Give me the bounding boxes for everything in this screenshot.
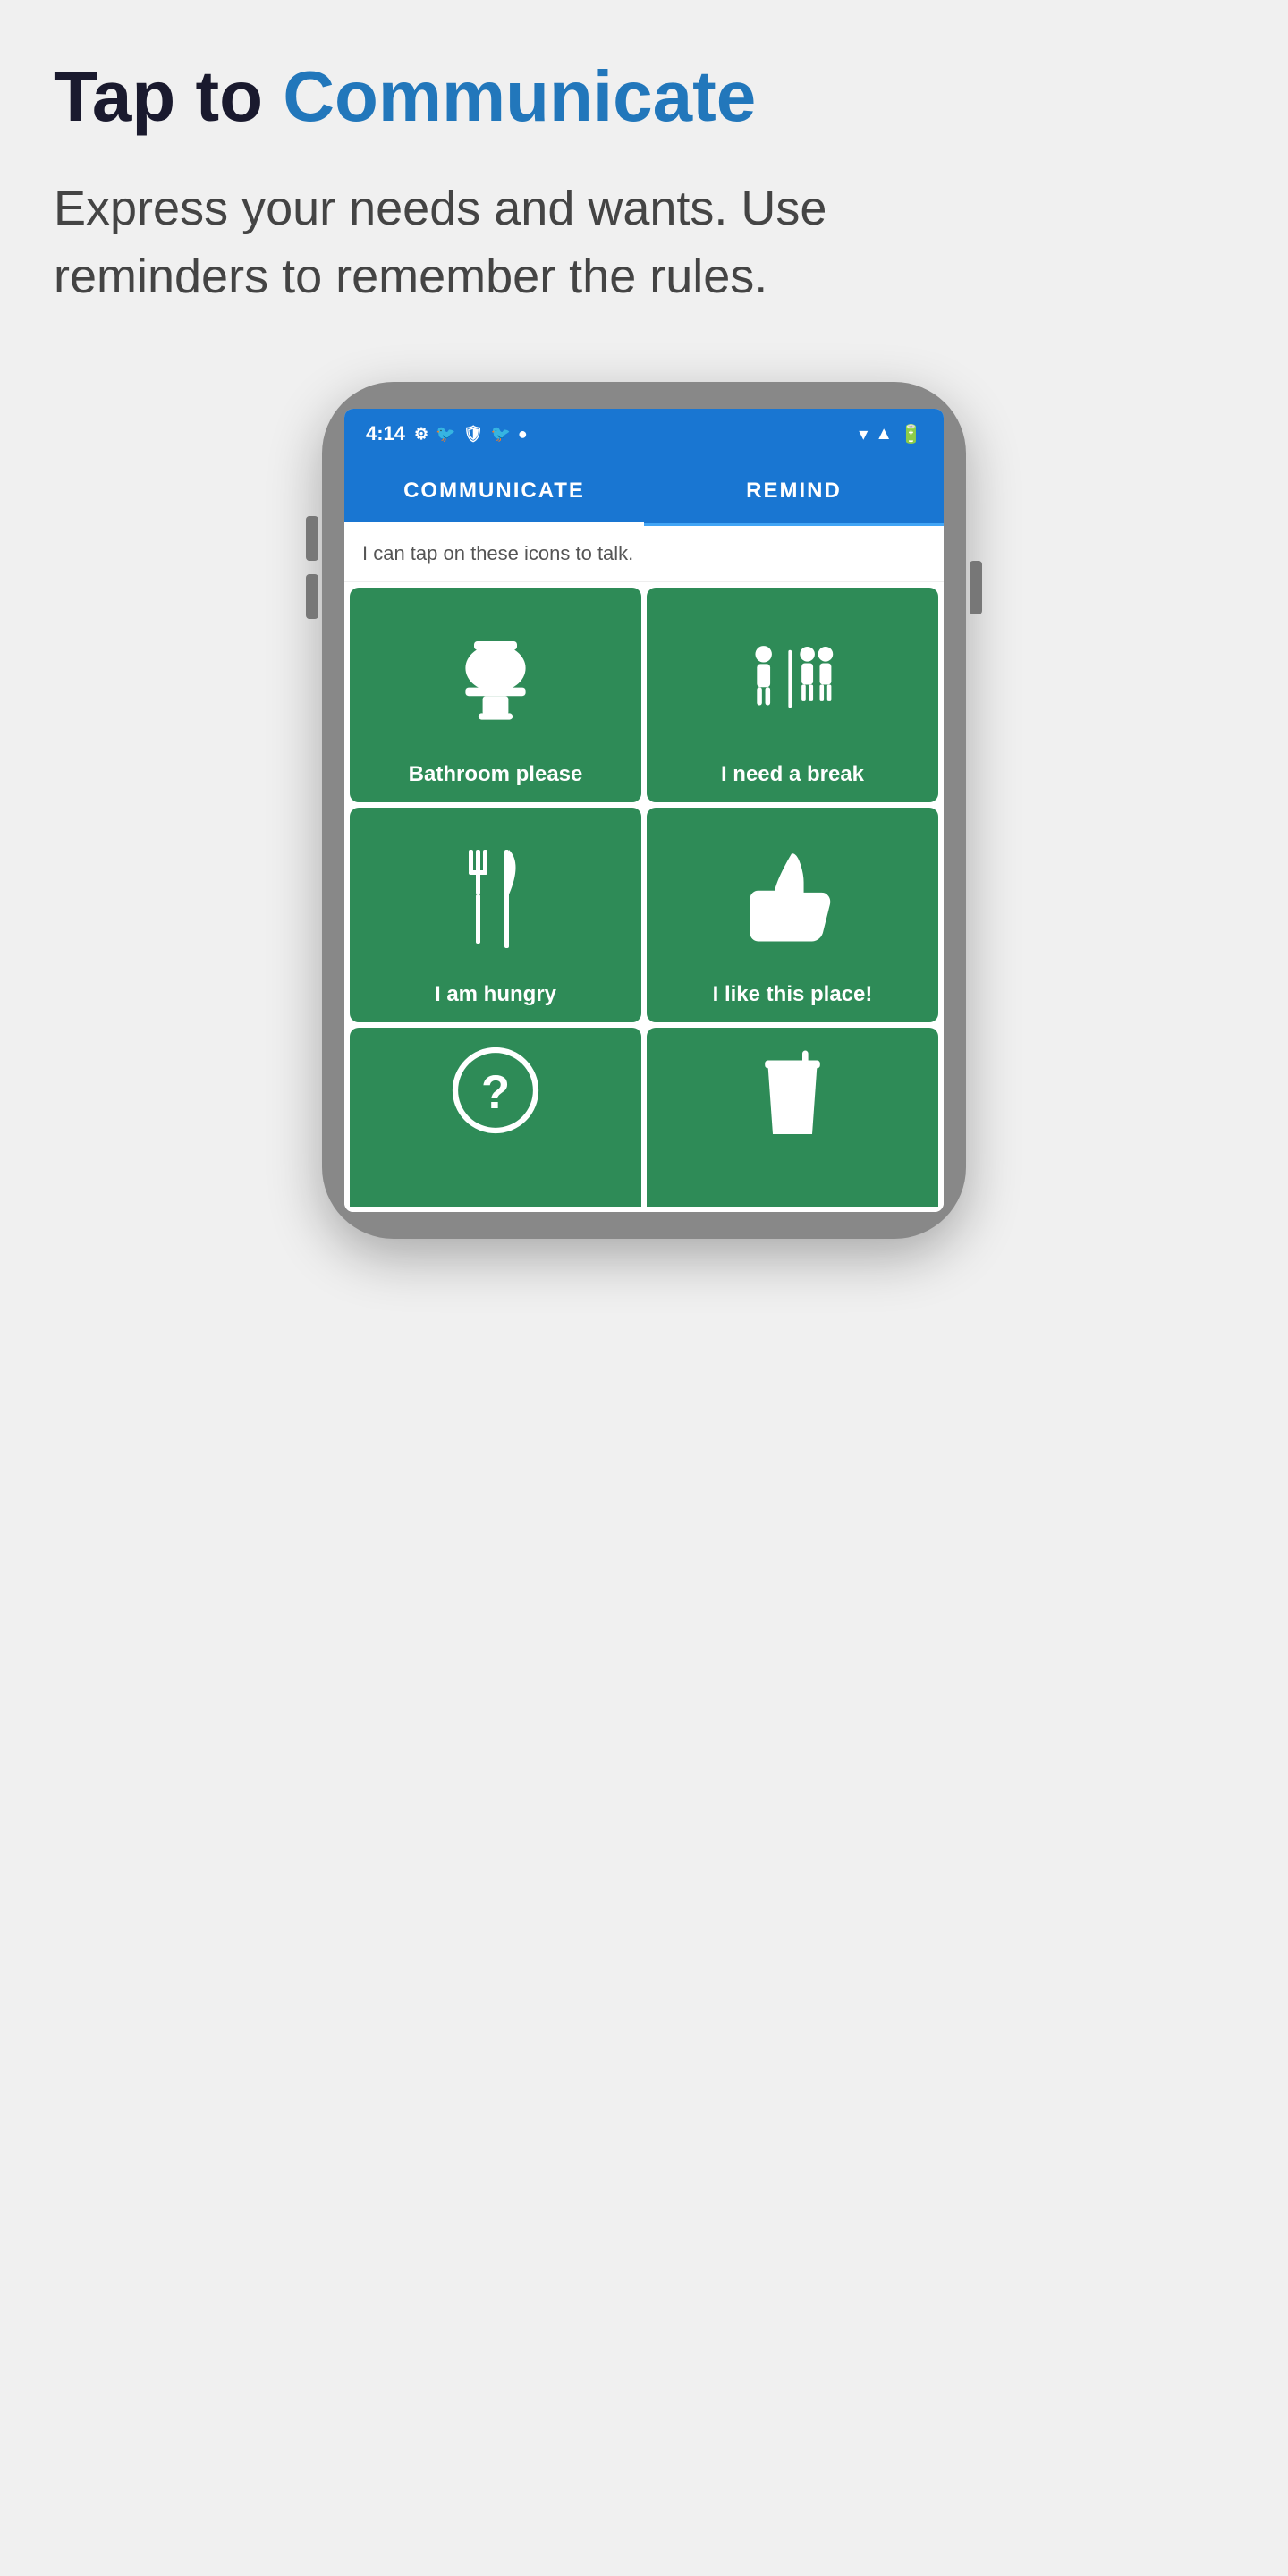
- volume-down-button[interactable]: [306, 574, 318, 619]
- volume-up-button[interactable]: [306, 516, 318, 561]
- wifi-icon: ▾: [859, 423, 868, 445]
- bathroom-label: Bathroom please: [409, 762, 583, 788]
- hint-text: I can tap on these icons to talk.: [344, 526, 944, 582]
- title-prefix: Tap to: [54, 56, 283, 136]
- grid-cell-bathroom[interactable]: Bathroom please: [350, 588, 641, 802]
- shield-icon: 🛡: [463, 425, 484, 444]
- app-tabs: COMMUNICATE REMIND: [344, 459, 944, 526]
- svg-text:?: ?: [481, 1066, 510, 1119]
- gear-icon: ⚙: [414, 425, 428, 444]
- status-time: 4:14: [366, 422, 405, 445]
- notification-icon-2: 🐦: [490, 425, 510, 444]
- grid-cell-drink[interactable]: [647, 1028, 938, 1207]
- partial-grid: ?: [344, 1028, 944, 1212]
- left-buttons: [306, 516, 318, 619]
- battery-icon: 🔋: [900, 423, 922, 445]
- page-title: Tap to Communicate: [54, 54, 1234, 140]
- grid-cell-hungry[interactable]: I am hungry: [350, 808, 641, 1022]
- hungry-label: I am hungry: [435, 982, 556, 1008]
- tab-communicate[interactable]: COMMUNICATE: [344, 459, 644, 523]
- hungry-icon: [359, 826, 632, 971]
- power-button[interactable]: [970, 561, 982, 614]
- page-header: Tap to Communicate Express your needs an…: [45, 54, 1243, 310]
- grid-cell-question[interactable]: ?: [350, 1028, 641, 1207]
- bathroom-icon: [359, 606, 632, 751]
- phone-frame: 4:14 ⚙ 🐦 🛡 🐦 ● ▾ ▲ 🔋: [322, 382, 966, 1239]
- break-label: I need a break: [721, 762, 864, 788]
- tab-remind[interactable]: REMIND: [644, 459, 944, 523]
- status-bar: 4:14 ⚙ 🐦 🛡 🐦 ● ▾ ▲ 🔋: [344, 409, 944, 459]
- side-buttons: [970, 561, 982, 614]
- grid-cell-like[interactable]: I like this place!: [647, 808, 938, 1022]
- page-subtitle: Express your needs and wants. Use remind…: [54, 175, 859, 310]
- dot-icon: ●: [518, 425, 528, 444]
- status-icons: ⚙ 🐦 🛡 🐦 ●: [414, 425, 528, 444]
- status-bar-left: 4:14 ⚙ 🐦 🛡 🐦 ●: [366, 422, 528, 445]
- phone-screen: 4:14 ⚙ 🐦 🛡 🐦 ● ▾ ▲ 🔋: [344, 409, 944, 1212]
- like-icon: [656, 826, 929, 971]
- grid-cell-break[interactable]: I need a break: [647, 588, 938, 802]
- phone-container: 4:14 ⚙ 🐦 🛡 🐦 ● ▾ ▲ 🔋: [45, 382, 1243, 1239]
- break-icon: [656, 606, 929, 751]
- like-label: I like this place!: [713, 982, 873, 1008]
- notification-icon-1: 🐦: [436, 425, 455, 444]
- title-highlight: Communicate: [283, 56, 756, 136]
- signal-icon: ▲: [875, 424, 893, 445]
- communication-grid: Bathroom please: [344, 582, 944, 1028]
- status-bar-right: ▾ ▲ 🔋: [859, 423, 922, 445]
